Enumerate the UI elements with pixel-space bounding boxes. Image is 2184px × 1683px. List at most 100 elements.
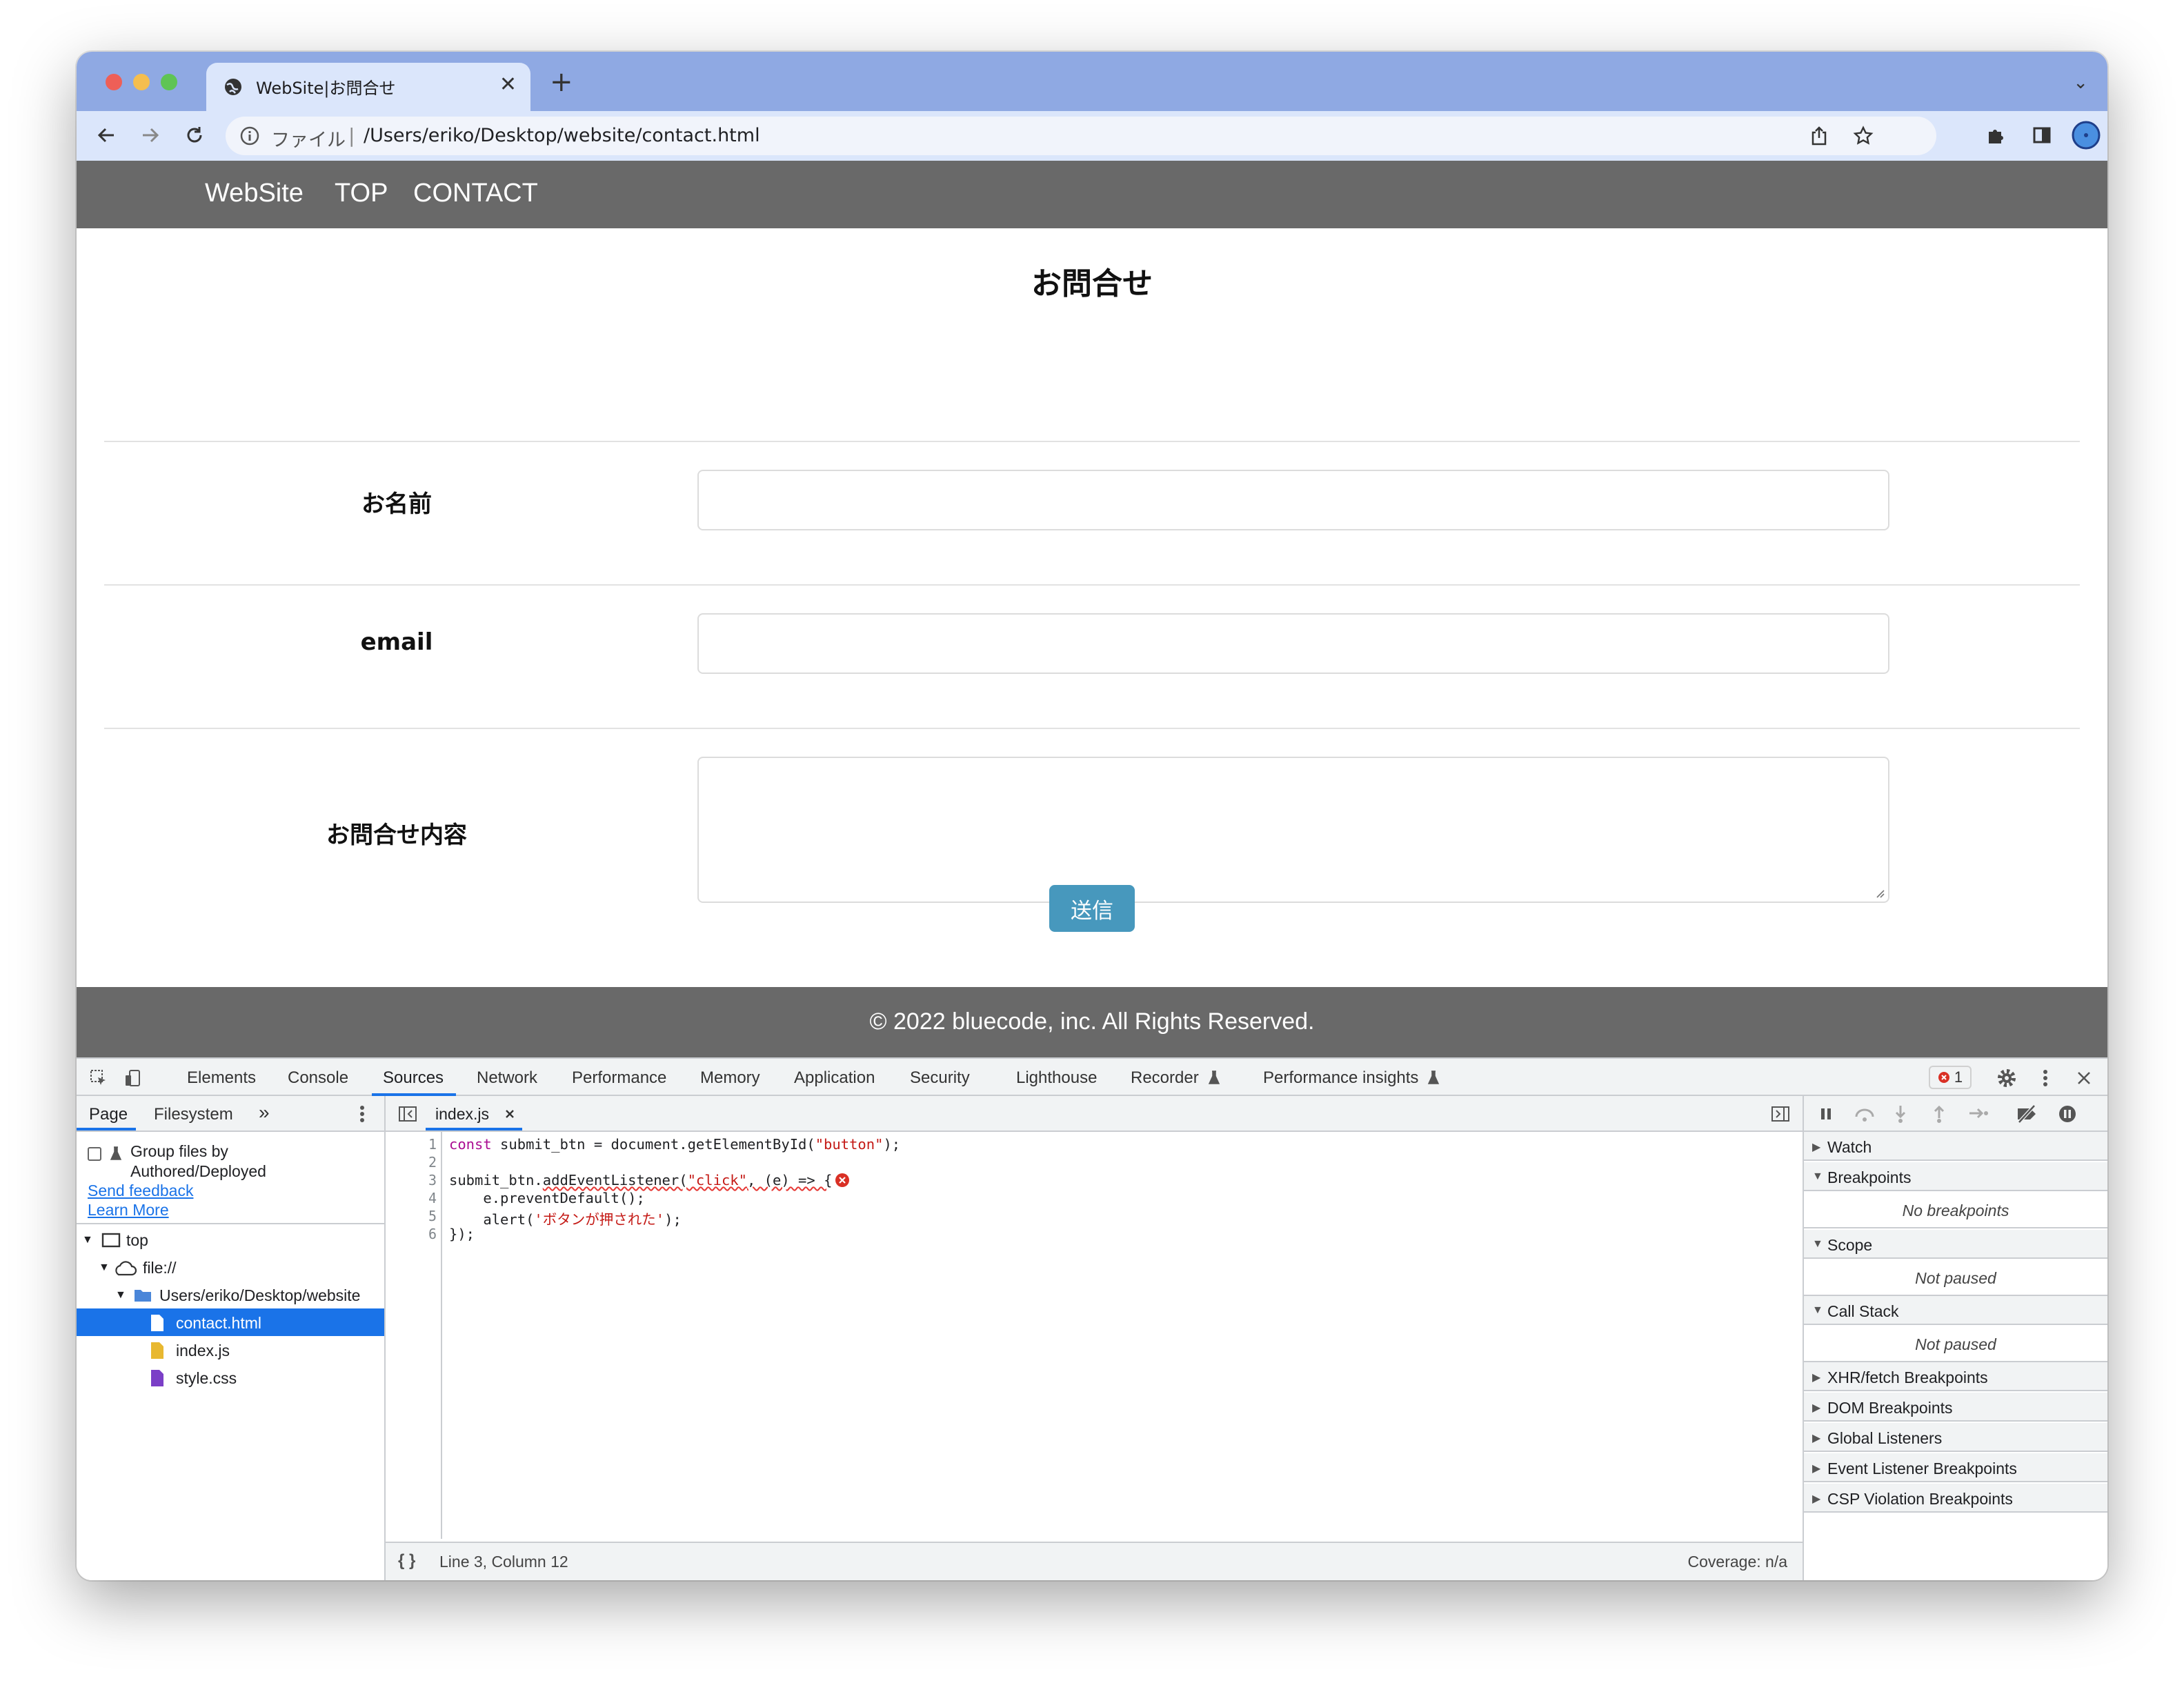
tree-item-file-origin[interactable]: ▼ file://: [77, 1253, 384, 1281]
reload-icon[interactable]: [179, 119, 210, 151]
frame-icon: [101, 1233, 121, 1248]
settings-gear-icon[interactable]: [1994, 1066, 2019, 1091]
devtools-tab-recorder[interactable]: Recorder: [1131, 1068, 1199, 1088]
url-text[interactable]: /Users/eriko/Desktop/website/contact.htm…: [364, 125, 760, 146]
browser-tab[interactable]: WebSite|お問合せ ✕: [206, 63, 530, 111]
breakpoints-section-header[interactable]: ▼ Breakpoints: [1804, 1162, 2107, 1191]
devtools-tab-lighthouse[interactable]: Lighthouse: [1016, 1068, 1097, 1088]
learn-more-link[interactable]: Learn More: [88, 1201, 169, 1219]
profile-avatar[interactable]: [2070, 119, 2102, 151]
devtools-tab-network[interactable]: Network: [477, 1068, 537, 1088]
call-stack-section-header[interactable]: ▼ Call Stack: [1804, 1296, 2107, 1325]
page-title: お問合せ: [1031, 266, 1153, 301]
minimize-window-button[interactable]: [133, 74, 150, 90]
navigator-menu-icon[interactable]: [359, 1104, 365, 1124]
code-line[interactable]: e.preventDefault();: [449, 1190, 645, 1206]
url-separator: |: [348, 124, 355, 147]
editor-status-bar: { } Line 3, Column 12 Coverage: n/a: [386, 1542, 1803, 1580]
toggle-navigator-icon[interactable]: [398, 1106, 417, 1122]
resize-handle-icon[interactable]: [1874, 888, 1885, 899]
step-over-icon[interactable]: [1854, 1106, 1877, 1122]
active-tab-indicator: [426, 1128, 522, 1131]
devtools-tab-elements[interactable]: Elements: [187, 1068, 256, 1088]
code-line[interactable]: });: [449, 1226, 475, 1242]
code-line[interactable]: alert('ボタンが押された');: [449, 1208, 681, 1228]
active-tab-indicator: [77, 1128, 136, 1131]
submit-button[interactable]: 送信: [1049, 885, 1135, 932]
send-feedback-link[interactable]: Send feedback: [88, 1182, 193, 1200]
tree-item-top[interactable]: ▼ top: [77, 1226, 384, 1253]
nav-brand-link[interactable]: WebSite: [205, 179, 304, 208]
watch-section-header[interactable]: ▶ Watch: [1804, 1132, 2107, 1161]
xhr-breakpoints-section-header[interactable]: ▶ XHR/fetch Breakpoints: [1804, 1362, 2107, 1391]
devtools-tab-security[interactable]: Security: [910, 1068, 970, 1088]
device-toolbar-icon[interactable]: [121, 1066, 146, 1091]
tree-item-style-css[interactable]: style.css: [77, 1364, 384, 1391]
pause-on-exceptions-icon[interactable]: [2058, 1104, 2077, 1124]
devtools-tab-sources[interactable]: Sources: [383, 1068, 444, 1088]
navigator-tab-filesystem[interactable]: Filesystem: [154, 1105, 233, 1124]
message-textarea[interactable]: [697, 757, 1889, 903]
side-panel-icon[interactable]: [2026, 119, 2058, 151]
browser-window: WebSite|お問合せ ✕ + ⌄ ファイル | /Users/eriko/D…: [77, 52, 2107, 1580]
devtools-tab-bar: Elements Console Sources Network Perform…: [77, 1057, 2107, 1096]
cursor-position: Line 3, Column 12: [439, 1553, 568, 1571]
editor-file-tab[interactable]: index.js: [426, 1096, 522, 1131]
address-bar[interactable]: ファイル | /Users/eriko/Desktop/website/cont…: [226, 117, 1936, 155]
navigator-tab-page[interactable]: Page: [89, 1105, 128, 1124]
share-icon[interactable]: [1805, 122, 1833, 150]
devtools-tab-console[interactable]: Console: [288, 1068, 348, 1088]
devtools-tab-performance-insights[interactable]: Performance insights: [1263, 1068, 1418, 1088]
html-file-icon: [151, 1315, 163, 1331]
event-listener-breakpoints-section-header[interactable]: ▶ Event Listener Breakpoints: [1804, 1453, 2107, 1482]
csp-violation-breakpoints-section-header[interactable]: ▶ CSP Violation Breakpoints: [1804, 1484, 2107, 1513]
tree-item-folder[interactable]: ▼ Users/eriko/Desktop/website: [77, 1281, 384, 1308]
tab-search-chevron-icon[interactable]: ⌄: [2073, 72, 2088, 93]
debugger-toolbar: [1804, 1096, 2107, 1132]
error-icon[interactable]: [835, 1173, 850, 1188]
pause-icon[interactable]: [1819, 1107, 1833, 1121]
nav-contact-link[interactable]: CONTACT: [413, 179, 538, 208]
close-devtools-icon[interactable]: [2072, 1066, 2096, 1091]
toggle-debugger-icon[interactable]: [1771, 1106, 1790, 1122]
more-options-icon[interactable]: [2033, 1066, 2058, 1091]
back-icon[interactable]: [90, 119, 122, 151]
experimental-flask-icon: [110, 1146, 122, 1160]
code-editor: index.js 1 2 3 4 5 6 const submit_btn = …: [386, 1096, 1803, 1580]
close-window-button[interactable]: [106, 74, 122, 90]
forward-icon[interactable]: [135, 119, 166, 151]
deactivate-breakpoints-icon[interactable]: [2015, 1104, 2038, 1124]
code-line[interactable]: const submit_btn = document.getElementBy…: [449, 1136, 900, 1153]
tab-close-icon[interactable]: ✕: [499, 72, 517, 97]
zoom-window-button[interactable]: [161, 74, 177, 90]
devtools-tab-performance[interactable]: Performance: [572, 1068, 666, 1088]
browser-toolbar: ファイル | /Users/eriko/Desktop/website/cont…: [77, 111, 2107, 161]
step-out-icon[interactable]: [1932, 1104, 1946, 1124]
bookmark-star-icon[interactable]: [1849, 122, 1877, 150]
scope-section-header[interactable]: ▼ Scope: [1804, 1230, 2107, 1259]
name-input[interactable]: [697, 470, 1889, 530]
info-icon[interactable]: [239, 126, 260, 146]
experimental-flask-icon: [1208, 1070, 1220, 1084]
close-file-icon[interactable]: [504, 1108, 515, 1119]
error-count-badge[interactable]: 1: [1929, 1066, 1972, 1089]
inspect-element-icon[interactable]: [86, 1066, 111, 1091]
devtools-tab-memory[interactable]: Memory: [700, 1068, 760, 1088]
global-listeners-section-header[interactable]: ▶ Global Listeners: [1804, 1423, 2107, 1452]
nav-top-link[interactable]: TOP: [335, 179, 388, 208]
file-tab-label: index.js: [435, 1105, 489, 1123]
extensions-puzzle-icon[interactable]: [1981, 119, 2012, 151]
tree-item-contact-html[interactable]: contact.html: [77, 1308, 384, 1336]
expanded-arrow-icon: ▼: [1812, 1171, 1823, 1182]
pretty-print-icon[interactable]: { }: [398, 1551, 415, 1571]
code-line[interactable]: submit_btn.addEventListener("click", (e)…: [449, 1172, 850, 1188]
new-tab-button[interactable]: +: [550, 68, 573, 96]
step-icon[interactable]: [1968, 1106, 1989, 1121]
email-input[interactable]: [697, 613, 1889, 674]
tree-item-index-js[interactable]: index.js: [77, 1336, 384, 1364]
dom-breakpoints-section-header[interactable]: ▶ DOM Breakpoints: [1804, 1393, 2107, 1422]
more-tabs-chevron-icon[interactable]: »: [259, 1102, 270, 1124]
group-files-checkbox[interactable]: [88, 1147, 101, 1161]
step-into-icon[interactable]: [1894, 1104, 1907, 1124]
devtools-tab-application[interactable]: Application: [794, 1068, 875, 1088]
